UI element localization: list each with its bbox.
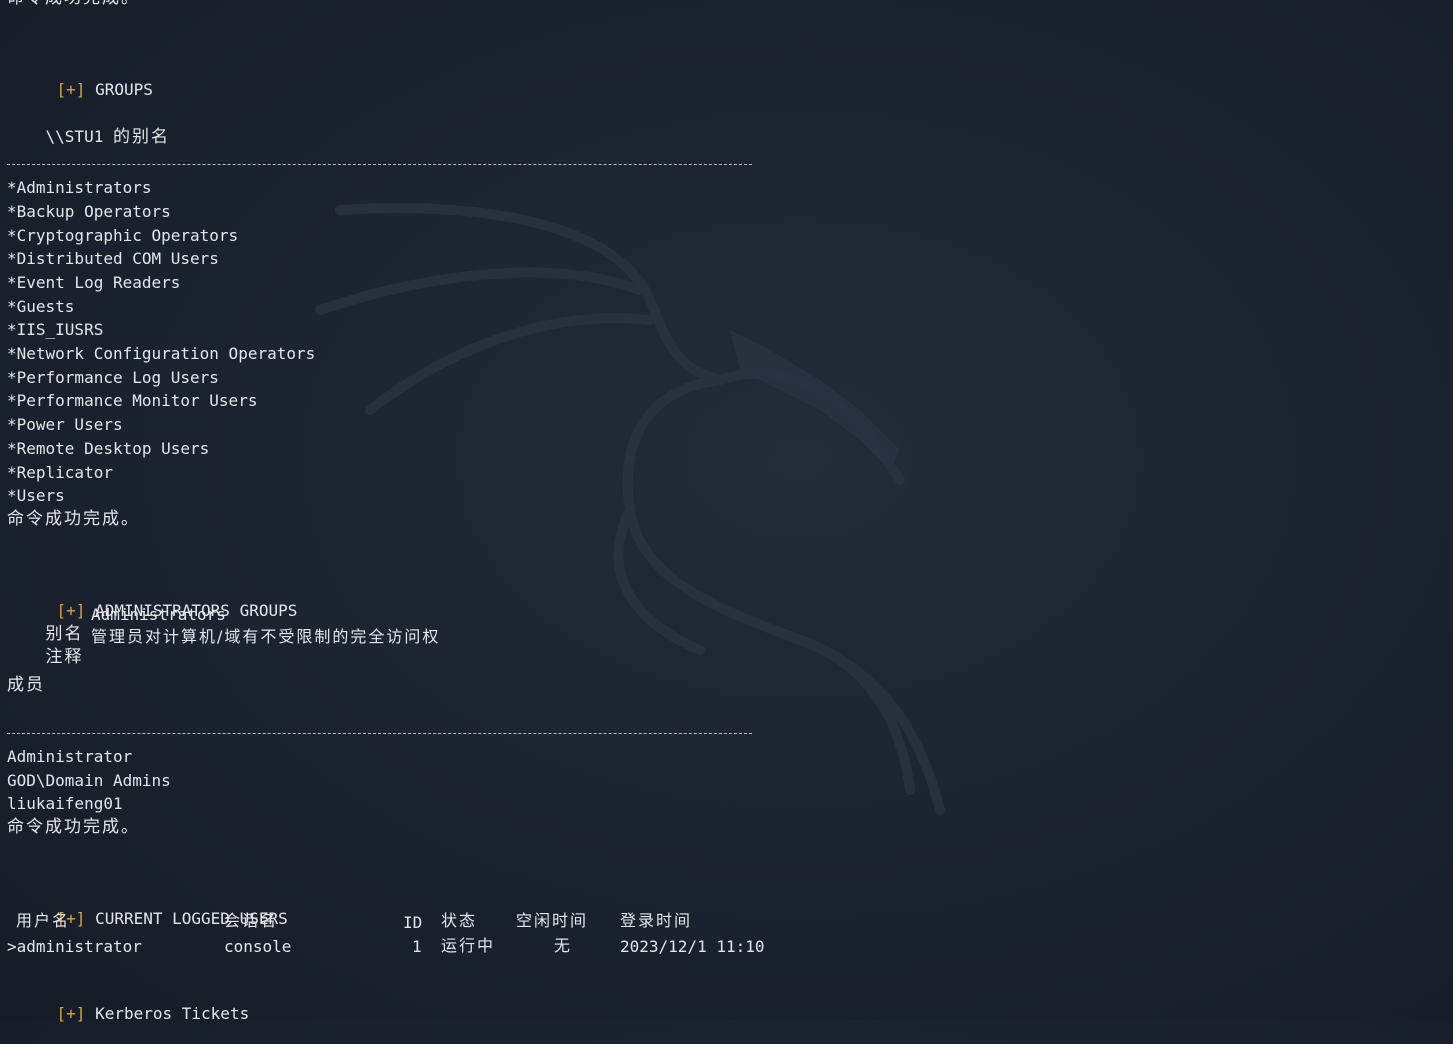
alias-suffix: 的别名 [112, 127, 170, 147]
row-idle: 无 [554, 936, 573, 955]
admin-member: liukaifeng01 [7, 794, 123, 813]
col-header-session: 会话名 [224, 911, 279, 930]
admin-done-line: 命令成功完成。 [7, 817, 140, 837]
group-item: *Power Users [7, 415, 123, 434]
alias-host: \\STU1 [45, 127, 104, 146]
col-header-idle: 空闲时间 [516, 911, 589, 930]
group-item: *Remote Desktop Users [7, 439, 210, 458]
group-item: *Guests [7, 297, 75, 316]
admin-member: GOD\Domain Admins [7, 771, 171, 790]
admin-comment-value: 管理员对计算机/域有不受限制的完全访问权 [91, 627, 441, 646]
groups-title: GROUPS [95, 80, 153, 99]
admin-alias-value: Administrators [91, 605, 226, 624]
groups-separator [7, 164, 752, 165]
row-id: 1 [412, 937, 422, 956]
row-logon: 2023/12/1 11:10 [620, 937, 765, 956]
col-header-user: 用户名 [16, 911, 71, 930]
section-marker: [+] [56, 1004, 86, 1023]
group-item: *Performance Monitor Users [7, 391, 258, 410]
row-user: >administrator [7, 937, 142, 956]
group-item: *Performance Log Users [7, 368, 219, 387]
top-partial-line: 命令成功完成。 [7, 0, 140, 8]
group-item: *IIS_IUSRS [7, 320, 104, 339]
col-header-logon: 登录时间 [620, 911, 693, 930]
group-item: *Network Configuration Operators [7, 344, 316, 363]
group-item: *Distributed COM Users [7, 249, 219, 268]
group-item: *Replicator [7, 463, 113, 482]
row-state: 运行中 [441, 936, 496, 955]
admin-comment-label: 注释 [45, 647, 84, 667]
groups-done-line: 命令成功完成。 [7, 509, 140, 529]
group-item: *Event Log Readers [7, 273, 181, 292]
group-item: *Cryptographic Operators [7, 226, 239, 245]
admin-separator [7, 733, 752, 734]
terminal-output[interactable]: 命令成功完成。 [+] GROUPS \\STU1 的别名 *Administr… [0, 0, 1453, 1023]
kerberos-title: Kerberos Tickets [95, 1004, 250, 1023]
alias-line: \\STU1 的别名 [7, 107, 170, 167]
col-header-id: ID [403, 913, 423, 932]
group-item: *Users [7, 486, 65, 505]
row-session: console [224, 937, 292, 956]
col-header-state: 状态 [441, 911, 478, 930]
group-item: *Backup Operators [7, 202, 171, 221]
admin-member: Administrator [7, 747, 133, 766]
kerberos-header: [+] Kerberos Tickets [18, 984, 250, 1044]
admin-members-label: 成员 [7, 675, 45, 695]
group-item: *Administrators [7, 178, 152, 197]
section-marker: [+] [56, 80, 86, 99]
